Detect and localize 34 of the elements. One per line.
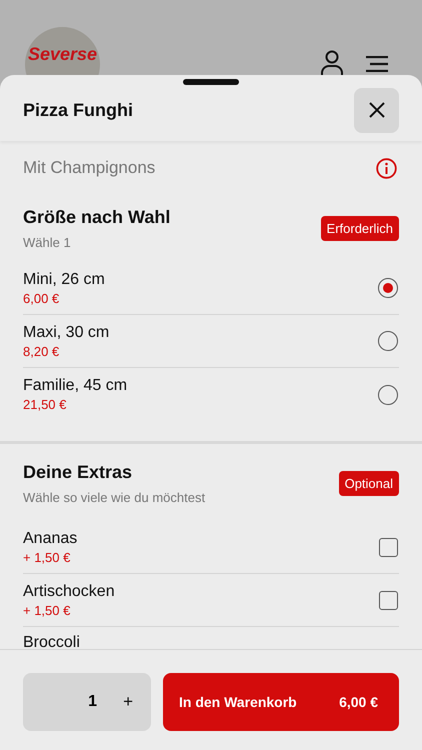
menu-icon[interactable] [366,56,388,72]
checkbox[interactable] [379,590,398,610]
group-subtitle: Wähle 1 [23,235,72,250]
option-name: Maxi, 30 cm [23,324,110,342]
group-title: Größe nach Wahl [23,207,170,228]
add-to-cart-button[interactable]: In den Warenkorb 6,00 € [163,673,399,731]
close-icon [368,101,386,119]
description: Mit Champignons [23,158,156,178]
option-name: Familie, 45 cm [23,377,128,395]
quantity-value: 1 [88,693,98,711]
close-button[interactable] [354,88,399,132]
option-price: + 1,50 € [23,602,72,618]
option-name: Ananas [23,530,78,548]
option-price: 6,00 € [23,290,60,306]
user-icon[interactable] [320,50,344,76]
option-name: Broccoli [23,634,80,649]
radio-button[interactable] [378,384,398,404]
required-badge: Erforderlich [320,216,399,241]
info-icon[interactable] [376,158,397,178]
plus-button[interactable]: + [123,692,133,712]
group-subtitle: Wähle so viele wie du möchtest [23,490,206,505]
drag-handle[interactable] [183,79,239,85]
option-name: Mini, 26 cm [23,270,105,288]
option-name: Artischocken [23,582,115,600]
option-price: + 1,50 € [23,550,72,564]
logo-text: Severse [28,44,98,64]
optional-badge: Optional [338,471,399,496]
radio-button[interactable] [378,331,398,351]
option-price: 21,50 € [23,397,68,412]
radio-button[interactable] [378,278,398,298]
group-title: Deine Extras [23,462,134,483]
option-price: 8,20 € [23,344,60,358]
sheet-title: Pizza Funghi [23,100,133,120]
checkbox[interactable] [379,538,398,556]
